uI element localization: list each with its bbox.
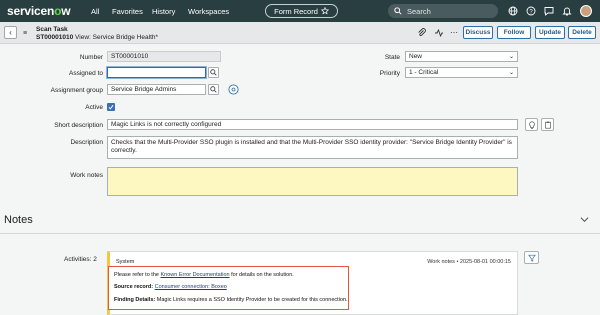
priority-value: 1 - Critical: [409, 69, 439, 76]
chevron-down-icon: ⌄: [508, 70, 514, 76]
record-type-title: Scan Task: [36, 26, 68, 33]
source-record-label: Source record:: [114, 284, 154, 290]
record-number-view: ST00001010 View: Service Bridge Health*: [36, 34, 158, 41]
star-icon: [320, 7, 329, 15]
search-input[interactable]: [407, 6, 487, 16]
servicenow-logo[interactable]: servicenow: [7, 4, 71, 18]
number-label: Number: [79, 54, 103, 61]
notes-divider: [0, 233, 600, 234]
activity-line-3: Finding Details: Magic Links requires a …: [114, 297, 348, 303]
globe-icon[interactable]: [508, 6, 518, 16]
short-description-field[interactable]: Magic Links is not correctly configured: [107, 119, 518, 130]
state-label: State: [384, 54, 400, 61]
activity-meta: Work notes • 2025-08-01 00:00:15: [427, 259, 511, 265]
context-menu-icon[interactable]: ≡: [23, 30, 27, 37]
notifications-icon[interactable]: [562, 6, 572, 16]
nav-history[interactable]: History: [152, 7, 175, 16]
chat-icon[interactable]: [544, 6, 554, 16]
assignment-group-lookup-button[interactable]: [208, 84, 219, 95]
search-icon: [394, 7, 402, 15]
number-field: ST00001010: [107, 51, 221, 62]
description-line-1: Checks that the Multi-Provider SSO plugi…: [111, 139, 514, 146]
follow-button[interactable]: Follow: [497, 26, 531, 39]
suggestion-button[interactable]: [525, 118, 538, 131]
nav-all[interactable]: All: [91, 7, 99, 16]
assignment-group-label: Assignment group: [50, 87, 103, 94]
activity-line-1: Please refer to the Known Error Document…: [114, 272, 294, 278]
user-avatar[interactable]: [580, 5, 592, 17]
short-description-label: Short description: [54, 122, 103, 129]
record-number: ST00001010: [36, 34, 74, 41]
activities-count: Activities: 2: [64, 256, 97, 263]
global-search[interactable]: [388, 4, 498, 18]
form-record-button[interactable]: Form Record: [265, 4, 338, 18]
assignment-group-field[interactable]: Service Bridge Admins: [107, 84, 206, 95]
filter-icon: [527, 254, 536, 262]
known-error-link[interactable]: Known Error Documentation: [160, 272, 229, 278]
top-navigation-bar: servicenow All Favorites History Workspa…: [0, 0, 600, 22]
checkmark-icon: [108, 104, 114, 110]
finding-details-label: Finding Details:: [114, 297, 156, 303]
assigned-to-field[interactable]: [107, 67, 206, 78]
nav-workspaces[interactable]: Workspaces: [188, 7, 229, 16]
activity-content-highlight: Please refer to the Known Error Document…: [108, 266, 349, 310]
form-header: ‹ ≡ Scan Task ST00001010 View: Service B…: [0, 22, 600, 44]
line1-pre: Please refer to the: [114, 272, 161, 278]
clipboard-icon: [544, 121, 551, 129]
activity-filter-button[interactable]: [524, 251, 539, 264]
state-select[interactable]: New ⌄: [405, 51, 518, 62]
notes-section-title: Notes: [4, 214, 33, 226]
state-value: New: [409, 53, 423, 60]
logo-text-b: w: [61, 4, 71, 18]
priority-label: Priority: [379, 70, 400, 77]
back-button[interactable]: ‹: [4, 26, 17, 39]
nav-favorites[interactable]: Favorites: [112, 7, 143, 16]
view-label: View: Service Bridge Health*: [75, 34, 159, 41]
active-label: Active: [85, 104, 103, 111]
discuss-button[interactable]: Discuss: [463, 26, 493, 39]
work-notes-label: Work notes: [70, 172, 103, 179]
attachment-icon[interactable]: [417, 28, 427, 38]
search-icon: [210, 86, 217, 93]
description-field[interactable]: Checks that the Multi-Provider SSO plugi…: [107, 136, 518, 159]
priority-select[interactable]: 1 - Critical ⌄: [405, 67, 518, 78]
active-checkbox[interactable]: [107, 103, 115, 111]
description-line-2: correctly.: [111, 147, 137, 154]
activity-author: System: [116, 259, 135, 265]
assigned-to-label: Assigned to: [69, 70, 103, 77]
delete-button[interactable]: Delete: [568, 26, 596, 39]
activity-line-2: Source record: Consumer connection: Boxe…: [114, 284, 227, 290]
form-record-label: Form Record: [274, 6, 318, 16]
chevron-down-icon[interactable]: [580, 216, 589, 223]
logo-text-a: servicen: [7, 4, 55, 18]
lightbulb-icon: [528, 120, 535, 129]
update-button[interactable]: Update: [535, 26, 565, 39]
work-notes-field[interactable]: [107, 167, 518, 196]
chevron-left-icon: ‹: [9, 28, 12, 37]
source-record-link[interactable]: Consumer connection: Boxeo: [155, 284, 227, 290]
activity-icon[interactable]: [434, 28, 444, 38]
search-icon: [210, 69, 217, 76]
description-label: Description: [70, 139, 103, 146]
template-button[interactable]: [541, 118, 554, 131]
line1-post: for details on the solution.: [229, 272, 294, 278]
help-icon[interactable]: ?: [526, 6, 536, 16]
chevron-down-icon: ⌄: [508, 54, 514, 60]
info-icon[interactable]: [228, 84, 239, 95]
more-options-icon[interactable]: ⋯: [449, 28, 459, 38]
finding-details-text: Magic Links requires a SSO Identity Prov…: [155, 297, 348, 303]
assigned-to-lookup-button[interactable]: [208, 67, 219, 78]
